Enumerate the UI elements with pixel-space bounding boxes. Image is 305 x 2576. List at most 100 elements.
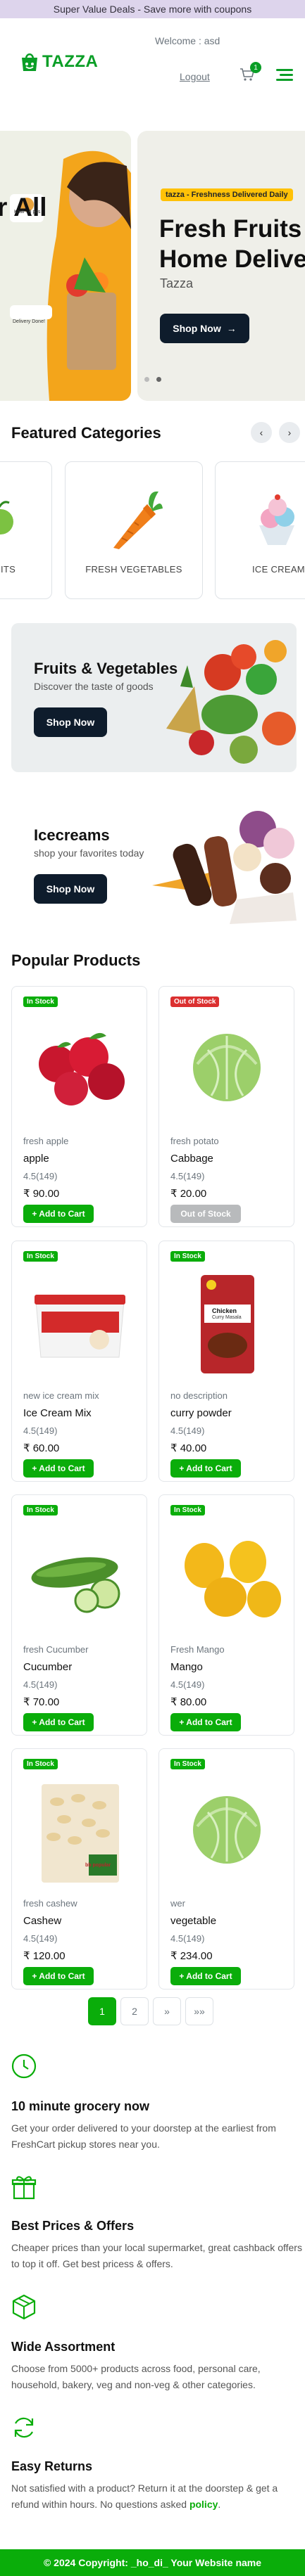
fruits-vegetables-banner[interactable]: Fruits & Vegetables Discover the taste o… <box>11 623 297 772</box>
feature-text-end: . <box>218 2499 221 2510</box>
icecreams-banner[interactable]: Icecreams shop your favorites today Shop… <box>11 788 297 937</box>
product-price: ₹ 70.00 <box>23 1696 60 1708</box>
product-name[interactable]: curry powder <box>170 1407 232 1419</box>
add-to-cart-button[interactable]: + Add to Cart <box>23 1205 94 1223</box>
feature-title: Easy Returns <box>11 2459 93 2473</box>
vegetable-image <box>193 1796 261 1864</box>
product-rating: 4.5(149) <box>170 1679 205 1690</box>
product-name[interactable]: apple <box>23 1153 49 1165</box>
hero-title-line2: Home Deliver <box>159 245 305 273</box>
chevron-left-icon: ‹ <box>259 427 263 438</box>
category-card[interactable]: ITS <box>0 461 52 599</box>
stock-badge: In Stock <box>23 1505 58 1516</box>
category-next-button[interactable]: › <box>279 422 300 443</box>
cart-button[interactable]: 1 <box>239 62 261 82</box>
slider-dot[interactable] <box>144 377 149 382</box>
popular-products-title: Popular Products <box>11 951 141 969</box>
menu-icon <box>276 69 293 71</box>
hero-tag-badge: tazza - Freshness Delivered Daily <box>161 188 293 201</box>
add-to-cart-button[interactable]: + Add to Cart <box>170 1459 241 1478</box>
add-to-cart-button[interactable]: + Add to Cart <box>23 1459 94 1478</box>
add-to-cart-button[interactable]: + Add to Cart <box>23 1713 94 1731</box>
promo-text: Super Value Deals - Save more with coupo… <box>53 4 252 15</box>
arrow-right-icon: → <box>226 323 237 334</box>
slider-dot-active[interactable] <box>156 377 161 382</box>
apple-image <box>39 1032 125 1106</box>
product-rating: 4.5(149) <box>170 1933 205 1944</box>
banner-shop-now-button[interactable]: Shop Now <box>34 874 107 904</box>
product-card[interactable]: In Stock fresh apple apple 4.5(149) ₹ 90… <box>11 986 147 1227</box>
stock-badge: In Stock <box>23 1251 58 1262</box>
product-price: ₹ 60.00 <box>23 1442 60 1454</box>
page-1-button[interactable]: 1 <box>88 1997 116 2025</box>
cart-count-badge: 1 <box>250 62 261 73</box>
product-name[interactable]: Mango <box>170 1661 203 1673</box>
feature-text: Choose from 5000+ products across food, … <box>11 2363 261 2390</box>
product-category: wer <box>170 1898 185 1909</box>
cashew-packet-image <box>42 1784 119 1883</box>
next-page-button[interactable]: » <box>153 1997 181 2025</box>
product-name[interactable]: Cashew <box>23 1915 61 1927</box>
product-category: no description <box>170 1390 228 1401</box>
product-price: ₹ 90.00 <box>23 1188 60 1200</box>
add-to-cart-button[interactable]: + Add to Cart <box>23 1967 94 1985</box>
product-category: Fresh Mango <box>170 1644 225 1655</box>
clock-icon <box>10 2052 38 2080</box>
carrot-icon <box>113 491 163 549</box>
stock-badge: Out of Stock <box>170 997 220 1007</box>
feature-text: Not satisfied with a product? Return it … <box>11 2480 304 2513</box>
feature-text-body: Not satisfied with a product? Return it … <box>11 2482 278 2510</box>
category-card[interactable]: ICE CREAM <box>215 461 305 599</box>
hero-title: Fresh Fruits / Home Deliver <box>159 214 305 274</box>
product-price: ₹ 40.00 <box>170 1442 207 1454</box>
add-to-cart-button[interactable]: + Add to Cart <box>170 1967 241 1985</box>
product-name[interactable]: Cabbage <box>170 1153 213 1165</box>
welcome-text: Welcome : asd <box>155 35 220 46</box>
product-name[interactable]: Cucumber <box>23 1661 72 1673</box>
product-rating: 4.5(149) <box>23 1679 58 1690</box>
package-subtitle: Curry Masala <box>212 1315 242 1320</box>
last-page-button[interactable]: »» <box>185 1997 213 2025</box>
product-name[interactable]: vegetable <box>170 1915 216 1927</box>
shop-now-label: Shop Now <box>173 323 221 334</box>
stock-badge: In Stock <box>170 1251 205 1262</box>
product-rating: 4.5(149) <box>23 1425 58 1436</box>
hero-shop-now-button[interactable]: Shop Now → <box>160 314 249 343</box>
banner-shop-now-button[interactable]: Shop Now <box>34 707 107 737</box>
hero-prev-title: r All <box>0 193 47 222</box>
add-to-cart-button[interactable]: + Add to Cart <box>170 1713 241 1731</box>
hero-slide-previous[interactable]: r All Krati · 4 pcs Delivery Done! <box>0 131 131 401</box>
product-category: fresh apple <box>23 1136 69 1146</box>
page-2-button[interactable]: 2 <box>120 1997 149 2025</box>
product-price: ₹ 80.00 <box>170 1696 207 1708</box>
product-rating: 4.5(149) <box>170 1425 205 1436</box>
product-name[interactable]: Ice Cream Mix <box>23 1407 92 1419</box>
category-card[interactable]: FRESH VEGETABLES <box>65 461 203 599</box>
product-category: fresh potato <box>170 1136 219 1146</box>
feature-text: Get your order delivered to your doorste… <box>11 2122 276 2150</box>
product-card[interactable]: Out of Stock fresh potato Cabbage 4.5(14… <box>158 986 294 1227</box>
policy-link[interactable]: policy <box>189 2499 218 2510</box>
menu-icon-line <box>276 79 293 81</box>
logout-link[interactable]: Logout <box>180 71 210 82</box>
menu-toggle-button[interactable] <box>276 68 293 82</box>
product-rating: 4.5(149) <box>23 1933 58 1944</box>
product-card[interactable]: In Stock Fresh Mango Mango 4.5(149) ₹ 80… <box>158 1494 294 1736</box>
category-label: ICE CREAM <box>252 564 305 575</box>
package-icon <box>10 2293 38 2321</box>
pagination: 1 2 » »» <box>88 1997 213 2025</box>
logo[interactable]: TAZZA <box>18 51 98 73</box>
refresh-icon <box>10 2414 38 2442</box>
ice-cream-icon <box>259 494 294 545</box>
slider-dots <box>144 377 161 382</box>
feature-title: Best Prices & Offers <box>11 2219 135 2233</box>
category-prev-button[interactable]: ‹ <box>251 422 272 443</box>
ice-cream-tub-image <box>35 1295 125 1358</box>
product-card[interactable]: In Stock wer vegetable 4.5(149) ₹ 234.00… <box>158 1748 294 1989</box>
product-card[interactable]: In Stock bb popular fresh cashew Cashew … <box>11 1748 147 1989</box>
product-card[interactable]: In Stock fresh Cucumber Cucumber 4.5(149… <box>11 1494 147 1736</box>
feature-title: 10 minute grocery now <box>11 2099 150 2113</box>
logo-text: TAZZA <box>42 52 99 71</box>
product-card[interactable]: In Stock Milky Mist new ice cream mix Ic… <box>11 1241 147 1482</box>
product-card[interactable]: In Stock Chicken Curry Masala no descrip… <box>158 1241 294 1482</box>
